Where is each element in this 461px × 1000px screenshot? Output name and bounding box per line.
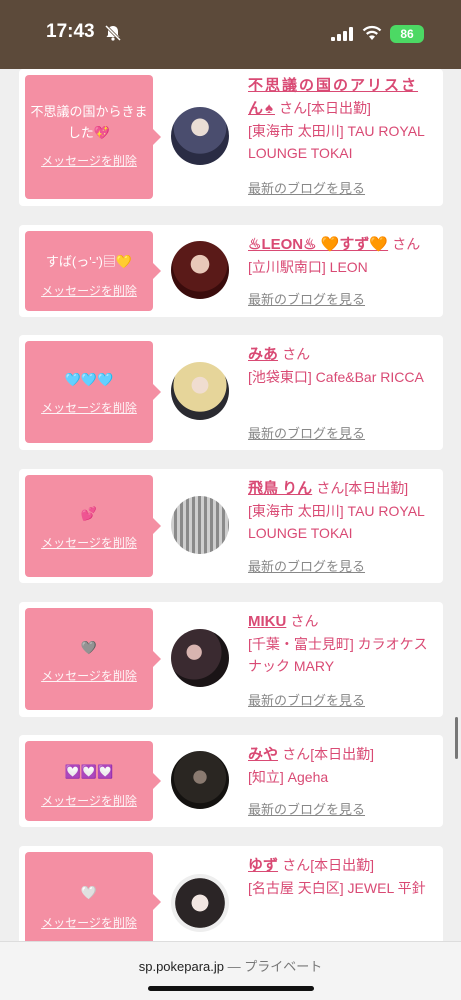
battery-level: 86 xyxy=(400,27,414,41)
today-badge: [本日出勤] xyxy=(344,480,409,496)
shop-link[interactable]: [千葉・富士見町] カラオケスナック MARY xyxy=(248,633,433,677)
private-mode-label: — プライベート xyxy=(227,959,323,974)
delete-message-link[interactable]: メッセージを削除 xyxy=(25,914,153,931)
delete-message-link[interactable]: メッセージを削除 xyxy=(25,152,153,169)
message-bubble: 💟💟💟 メッセージを削除 xyxy=(25,741,161,821)
cast-name-link[interactable]: みあ xyxy=(248,346,278,363)
message-text: 💕 xyxy=(80,506,98,521)
status-time: 17:43 xyxy=(46,21,95,42)
shop-link[interactable]: [東海市 太田川] TAU ROYAL LOUNGE TOKAI xyxy=(248,120,433,164)
battery-indicator: 86 xyxy=(390,25,424,43)
honorific: さん xyxy=(392,236,421,252)
url-host: sp.pokepara.jp xyxy=(138,959,225,974)
cast-name-link[interactable]: ♨LEON♨ 🧡すず🧡 xyxy=(248,236,388,253)
message-text: すば(っ'-')▤💛 xyxy=(45,254,133,269)
honorific: さん xyxy=(282,857,311,873)
delete-message-link[interactable]: メッセージを削除 xyxy=(25,792,153,809)
shop-link[interactable]: [東海市 太田川] TAU ROYAL LOUNGE TOKAI xyxy=(248,500,433,544)
cast-name-link[interactable]: みや xyxy=(248,746,278,763)
message-bubble: 💕 メッセージを削除 xyxy=(25,475,161,577)
message-text: 🩶 xyxy=(80,640,98,655)
avatar[interactable] xyxy=(171,107,229,165)
shop-link[interactable]: [知立] Ageha xyxy=(248,766,433,788)
honorific: さん xyxy=(290,613,319,629)
delete-message-link[interactable]: メッセージを削除 xyxy=(25,399,153,416)
latest-blog-link[interactable]: 最新のブログを見る xyxy=(248,799,365,818)
message-bubble: 不思議の国からきました💖 メッセージを削除 xyxy=(25,75,161,199)
today-badge: [本日出勤] xyxy=(310,746,374,762)
message-card: 🩶 メッセージを削除 MIKU さん [千葉・富士見町] カラオケスナック MA… xyxy=(19,602,443,717)
status-bar: 17:43 86 xyxy=(0,0,461,69)
avatar[interactable] xyxy=(171,496,229,554)
latest-blog-link[interactable]: 最新のブログを見る xyxy=(248,178,365,197)
message-bubble: 🩶 メッセージを削除 xyxy=(25,608,161,710)
message-bubble: 🤍 メッセージを削除 xyxy=(25,852,161,952)
latest-blog-link[interactable]: 最新のブログを見る xyxy=(248,423,365,442)
shop-link[interactable]: [立川駅南口] LEON xyxy=(248,256,433,278)
honorific: さん xyxy=(282,346,311,362)
cast-name-link[interactable]: 飛鳥 りん xyxy=(248,480,312,497)
message-text: 🩵🩵🩵 xyxy=(64,372,114,387)
message-text: 不思議の国からきました💖 xyxy=(30,104,148,140)
url-display[interactable]: sp.pokepara.jp — プライベート xyxy=(0,956,461,975)
message-bubble: すば(っ'-')▤💛 メッセージを削除 xyxy=(25,231,161,311)
browser-address-bar[interactable]: sp.pokepara.jp — プライベート xyxy=(0,941,461,1000)
message-card: 💟💟💟 メッセージを削除 みや さん[本日出勤] [知立] Ageha 最新のブ… xyxy=(19,735,443,827)
message-text: 💟💟💟 xyxy=(64,764,114,779)
latest-blog-link[interactable]: 最新のブログを見る xyxy=(248,690,365,709)
delete-message-link[interactable]: メッセージを削除 xyxy=(25,282,153,299)
message-card: 💕 メッセージを削除 飛鳥 りん さん[本日出勤] [東海市 太田川] TAU … xyxy=(19,469,443,583)
wifi-icon xyxy=(362,25,382,40)
honorific: さん xyxy=(279,100,308,116)
avatar[interactable] xyxy=(171,629,229,687)
latest-blog-link[interactable]: 最新のブログを見る xyxy=(248,289,365,308)
honorific: さん xyxy=(282,746,311,762)
latest-blog-link[interactable]: 最新のブログを見る xyxy=(248,556,365,575)
avatar[interactable] xyxy=(171,874,229,932)
cast-name-link[interactable]: MIKU xyxy=(248,613,286,630)
delete-message-link[interactable]: メッセージを削除 xyxy=(25,534,153,551)
message-card: すば(っ'-')▤💛 メッセージを削除 ♨LEON♨ 🧡すず🧡 さん [立川駅南… xyxy=(19,225,443,317)
message-card: 🩵🩵🩵 メッセージを削除 みあ さん [池袋東口] Cafe&Bar RICCA… xyxy=(19,335,443,450)
shop-link[interactable]: [池袋東口] Cafe&Bar RICCA xyxy=(248,366,433,388)
cast-name-link[interactable]: ゆず xyxy=(248,857,278,874)
delete-message-link[interactable]: メッセージを削除 xyxy=(25,667,153,684)
shop-link[interactable]: [名古屋 天白区] JEWEL 平針 xyxy=(248,877,433,899)
message-text: 🤍 xyxy=(80,885,98,900)
message-card: 🤍 メッセージを削除 ゆず さん[本日出勤] [名古屋 天白区] JEWEL 平… xyxy=(19,846,443,952)
message-bubble: 🩵🩵🩵 メッセージを削除 xyxy=(25,341,161,443)
avatar[interactable] xyxy=(171,751,229,809)
avatar[interactable] xyxy=(171,241,229,299)
today-badge: [本日出勤] xyxy=(310,857,374,873)
home-indicator[interactable] xyxy=(148,986,314,991)
scrollbar[interactable] xyxy=(455,717,458,759)
honorific: さん xyxy=(316,480,345,496)
message-card: 不思議の国からきました💖 メッセージを削除 不思議の国のアリスさん♠ さん[本日… xyxy=(19,69,443,206)
today-badge: [本日出勤] xyxy=(307,100,371,116)
signal-icon xyxy=(331,27,353,41)
avatar[interactable] xyxy=(171,362,229,420)
bell-off-icon xyxy=(104,24,122,42)
